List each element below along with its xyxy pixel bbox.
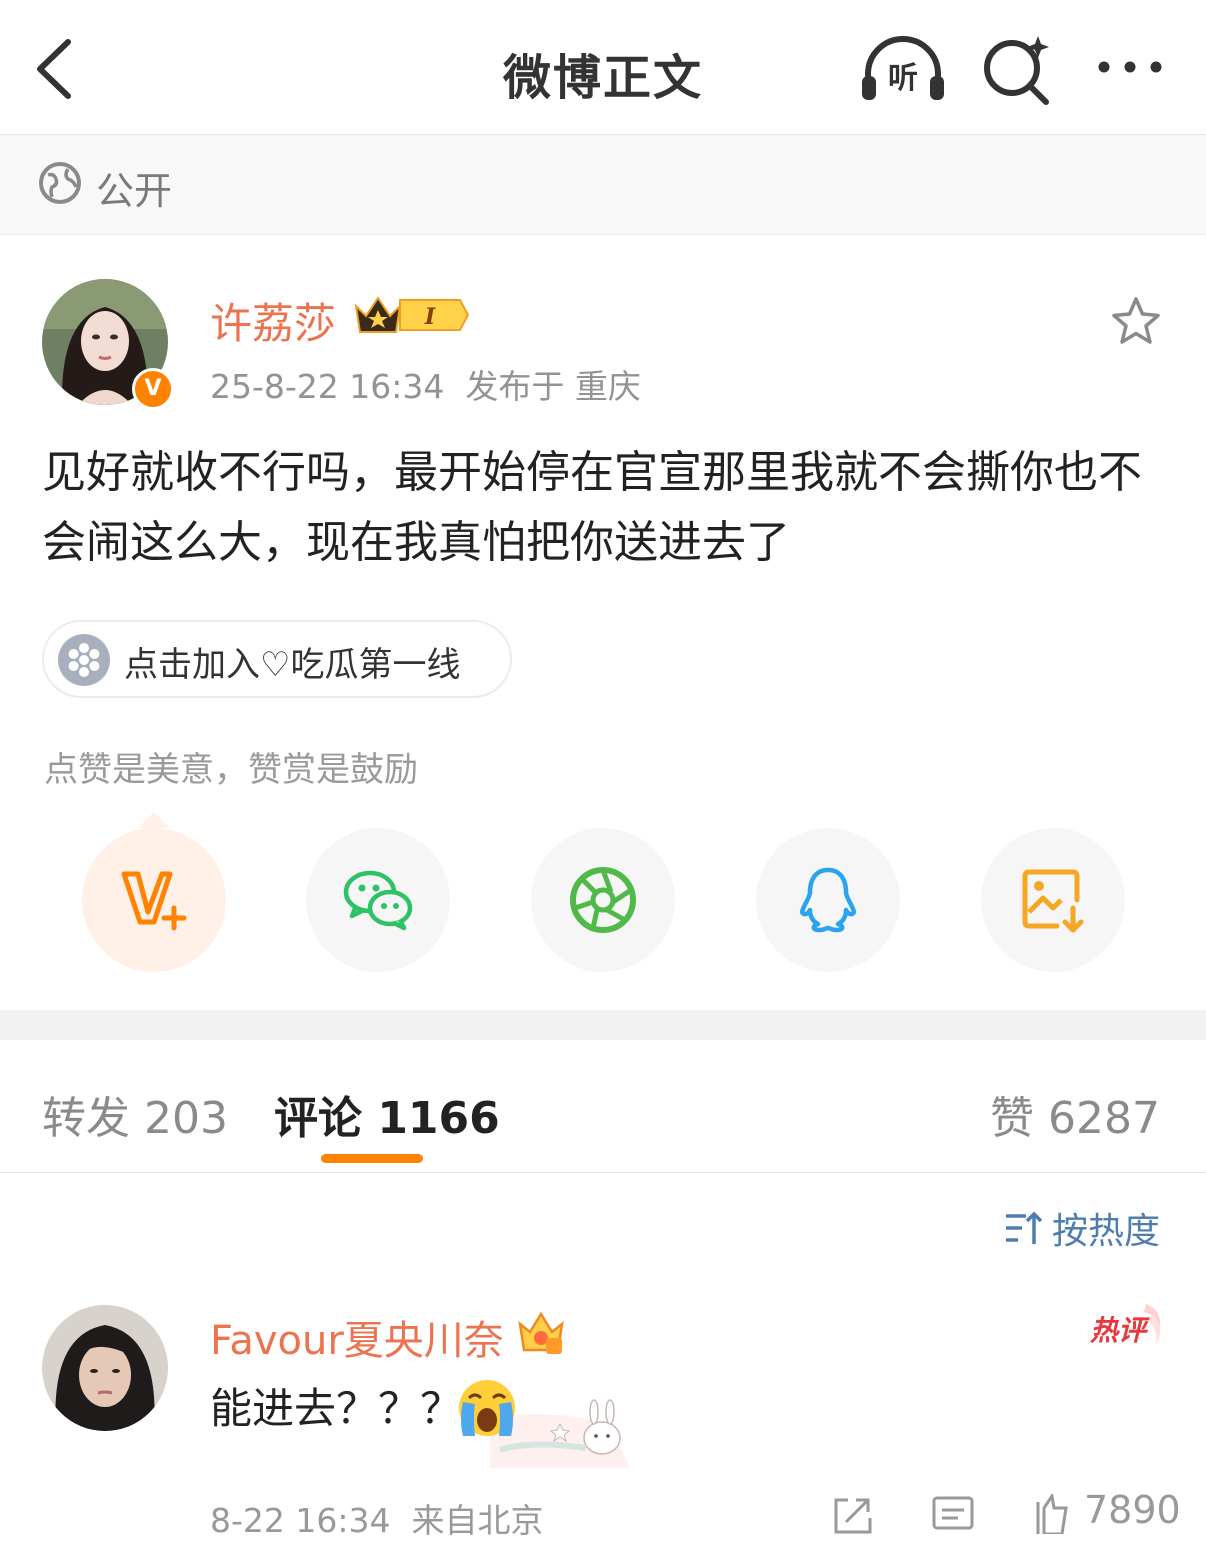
reward-text: 点赞是美意，赞赏是鼓励: [44, 750, 418, 790]
headphones-icon: 听: [862, 36, 944, 100]
reply-bubble-icon: [932, 1496, 974, 1530]
moments-icon: [570, 867, 636, 933]
member-crown-icon: [518, 1311, 564, 1354]
save-image-button[interactable]: [981, 828, 1125, 972]
tab-like[interactable]: 赞 6287: [990, 1082, 1160, 1146]
share-moments-button[interactable]: [531, 828, 675, 972]
globe-icon: [39, 162, 81, 204]
save-image-icon: [1022, 869, 1084, 933]
topic-label: 点击加入♡吃瓜第一线: [124, 645, 461, 685]
search-icon: [984, 36, 1049, 105]
author-name[interactable]: 许荔莎: [210, 290, 336, 351]
more-dots-icon: [1098, 61, 1162, 73]
comment-like-button[interactable]: [1028, 1492, 1068, 1536]
qq-icon: [799, 867, 857, 933]
post-meta: 25-8-22 16:34 发布于 重庆: [210, 367, 641, 406]
top-bar: 微博正文 听: [0, 0, 1206, 135]
favorite-button[interactable]: [1108, 294, 1164, 350]
sort-label: 按热度: [1051, 1211, 1160, 1252]
post-text: 见好就收不行吗，最开始停在官宣那里我就不会撕你也不会闹这么大，现在我真怕把你送进…: [42, 447, 1142, 568]
crying-emoji-icon: [459, 1380, 515, 1436]
hot-comment-label: 热评: [1089, 1314, 1150, 1347]
comment-text: 能进去？？？: [210, 1384, 463, 1433]
share-arrow-icon: [834, 1498, 872, 1534]
vip-crown-icon: I: [354, 296, 470, 333]
share-vplus-button[interactable]: [82, 828, 226, 972]
section-divider: [0, 1010, 1206, 1040]
listen-button[interactable]: 听: [858, 30, 948, 110]
verified-badge: V: [132, 368, 174, 410]
v-plus-icon: [121, 871, 187, 931]
comment-share-button[interactable]: [830, 1494, 876, 1534]
search-button[interactable]: [980, 32, 1056, 108]
comment-reply-button[interactable]: [930, 1494, 976, 1534]
sort-icon: [1005, 1211, 1043, 1244]
visibility-label: 公开: [96, 169, 173, 213]
visibility-row: 公开: [0, 135, 1206, 235]
sort-button[interactable]: 按热度: [1004, 1202, 1160, 1252]
hot-comment-badge: 热评: [1089, 1304, 1161, 1347]
listen-label: 听: [888, 61, 918, 96]
wechat-icon: [343, 870, 413, 931]
commenter-name[interactable]: Favour夏央川奈: [210, 1308, 504, 1366]
thumbs-up-icon: [1036, 1492, 1068, 1536]
vip-level: I: [424, 304, 436, 330]
avatar-image: [42, 1305, 168, 1431]
commenter-avatar[interactable]: [42, 1305, 168, 1431]
topic-chip[interactable]: 点击加入♡吃瓜第一线: [42, 620, 512, 698]
share-qq-button[interactable]: [756, 828, 900, 972]
tab-comment[interactable]: 评论 1166: [274, 1082, 500, 1146]
more-button[interactable]: [1094, 44, 1170, 90]
star-icon: [1112, 297, 1160, 344]
interaction-tabs: 转发 203 评论 1166 赞 6287: [0, 1040, 1206, 1173]
topic-flower-icon: [58, 634, 110, 686]
comment-meta: 8-22 16:34 来自北京: [210, 1501, 544, 1540]
share-wechat-button[interactable]: [306, 828, 450, 972]
tab-repost[interactable]: 转发 203: [42, 1082, 228, 1146]
active-tab-indicator: [321, 1154, 423, 1163]
vplus-pointer: [138, 812, 170, 828]
comment-like-count: 7890: [1084, 1488, 1181, 1532]
